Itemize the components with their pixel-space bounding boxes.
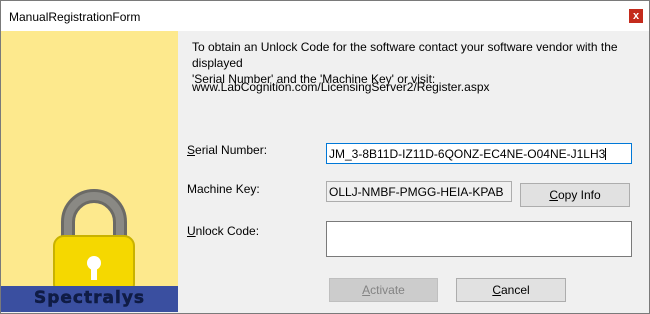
cancel-button[interactable]: Cancel <box>456 278 566 302</box>
title-bar: ManualRegistrationForm x <box>1 1 649 31</box>
padlock-icon <box>53 189 135 295</box>
branding-panel <box>1 31 178 312</box>
registration-url: www.LabCognition.com/LicensingServer2/Re… <box>192 80 490 94</box>
machine-key-value: OLLJ-NMBF-PMGG-HEIA-KPAB <box>329 185 504 199</box>
machine-key-field[interactable]: OLLJ-NMBF-PMGG-HEIA-KPAB <box>326 181 512 202</box>
close-button[interactable]: x <box>629 9 643 23</box>
unlock-code-field[interactable] <box>326 221 632 257</box>
activate-button[interactable]: Activate <box>329 278 438 302</box>
serial-number-field[interactable]: JM_3-8B11D-IZ11D-6QONZ-EC4NE-O04NE-J1LH3 <box>326 143 632 164</box>
serial-number-label: Serial Number: <box>187 143 268 157</box>
serial-number-value: JM_3-8B11D-IZ11D-6QONZ-EC4NE-O04NE-J1LH3 <box>329 147 606 161</box>
brand-logo: Spectralys <box>33 288 146 309</box>
brand-banner: Spectralys <box>1 286 178 312</box>
copy-info-button[interactable]: Copy Info <box>520 183 630 207</box>
window-title: ManualRegistrationForm <box>9 10 141 24</box>
instruction-line-1: To obtain an Unlock Code for the softwar… <box>192 40 618 70</box>
unlock-code-label: Unlock Code: <box>187 224 260 238</box>
machine-key-label: Machine Key: <box>187 182 260 196</box>
